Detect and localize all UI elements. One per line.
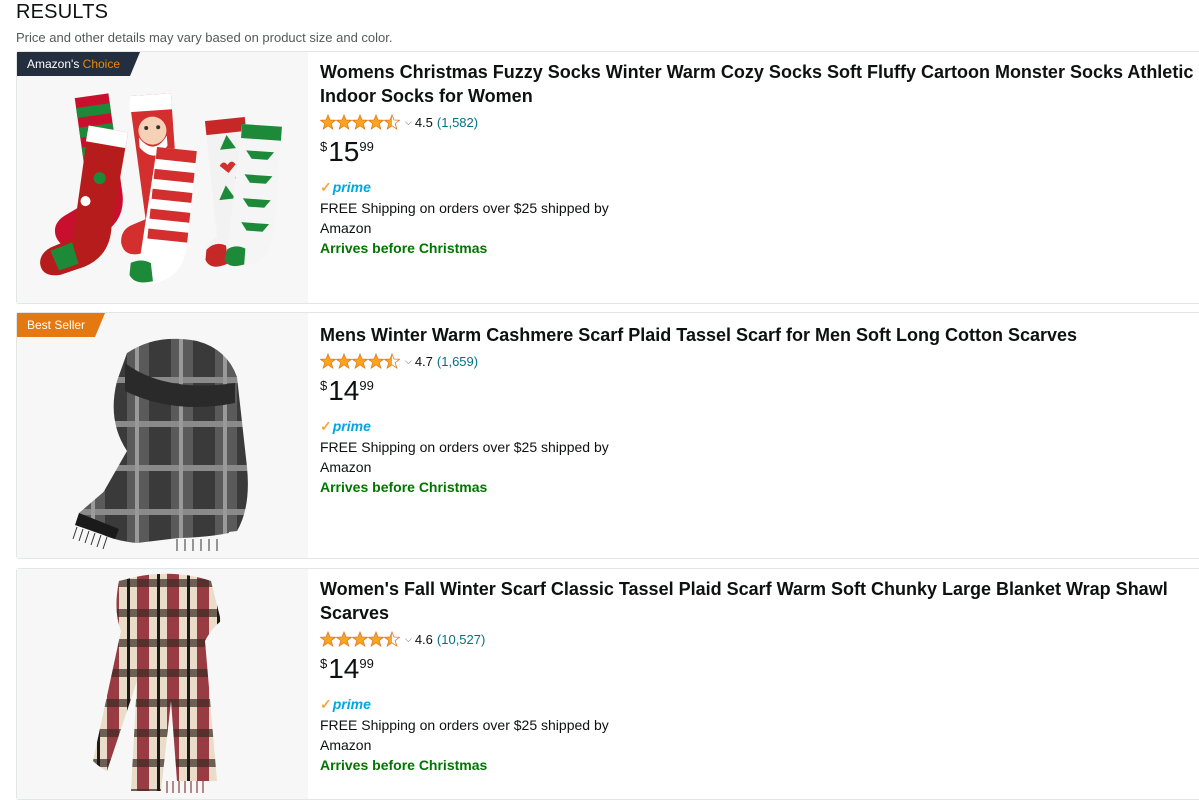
product-card: Amazon's Choice Womens Christmas Fuzzy S…	[16, 51, 1199, 304]
chevron-down-icon[interactable]: ⌵	[405, 356, 412, 367]
christmas-socks-image	[40, 93, 282, 285]
price-fraction: 99	[359, 656, 374, 671]
rating-value: 4.6	[414, 631, 433, 647]
prime-label: prime	[332, 179, 371, 195]
badge-label: Amazon's	[27, 57, 80, 71]
prime-logo: ✓ prime	[320, 417, 1199, 435]
product-title-link[interactable]: Mens Winter Warm Cashmere Scarf Plaid Ta…	[320, 323, 1199, 347]
product-image-link[interactable]	[17, 569, 308, 799]
star-icon	[320, 631, 336, 647]
rating-row: ⌵ 4.5 (1,582)	[320, 112, 1199, 132]
star-icon	[384, 114, 400, 130]
star-icon	[320, 353, 336, 369]
rating-value: 4.7	[414, 353, 433, 369]
plaid-scarf-image	[93, 573, 221, 793]
arrives-text: Arrives before Christmas	[320, 240, 488, 256]
shipping-text: FREE Shipping on orders over $25 shipped…	[320, 717, 609, 753]
rating-row: ⌵ 4.7 (1,659)	[320, 351, 1199, 371]
star-icon	[336, 114, 352, 130]
shipping-text: FREE Shipping on orders over $25 shipped…	[320, 439, 609, 475]
results-heading: RESULTS	[16, 1, 109, 23]
shipping-text: FREE Shipping on orders over $25 shipped…	[320, 200, 609, 236]
arrives-text: Arrives before Christmas	[320, 479, 488, 495]
star-icon	[368, 631, 384, 647]
star-rating-icon[interactable]	[320, 353, 400, 369]
price-whole: 15	[328, 136, 360, 167]
product-card: Women's Fall Winter Scarf Classic Tassel…	[16, 568, 1199, 800]
price-fraction: 99	[359, 139, 374, 154]
badge-accent-label: Choice	[82, 57, 121, 71]
prime-logo: ✓ prime	[320, 178, 1199, 196]
product-info: Women's Fall Winter Scarf Classic Tassel…	[320, 577, 1199, 775]
product-title-link[interactable]: Womens Christmas Fuzzy Socks Winter Warm…	[320, 60, 1199, 108]
review-count-link[interactable]: (1,582)	[437, 115, 478, 130]
price-symbol: $	[320, 139, 328, 154]
prime-label: prime	[332, 696, 371, 712]
star-rating-icon[interactable]	[320, 114, 400, 130]
best-seller-badge: Best Seller	[17, 313, 105, 337]
star-icon	[368, 353, 384, 369]
rating-row: ⌵ 4.6 (10,527)	[320, 629, 1199, 649]
review-count-link[interactable]: (10,527)	[437, 632, 485, 647]
product-info: Womens Christmas Fuzzy Socks Winter Warm…	[320, 60, 1199, 258]
star-icon	[336, 631, 352, 647]
price[interactable]: $ 14 99	[320, 654, 1199, 684]
chevron-down-icon[interactable]: ⌵	[405, 117, 412, 128]
review-count-link[interactable]: (1,659)	[437, 354, 478, 369]
star-rating-icon[interactable]	[320, 631, 400, 647]
star-icon	[336, 353, 352, 369]
prime-check-icon: ✓	[320, 417, 332, 434]
arrives-text: Arrives before Christmas	[320, 757, 488, 773]
price-whole: 14	[328, 375, 360, 406]
product-card: Best Seller Mens Winter Warm Cashmere Sc…	[16, 312, 1199, 559]
star-icon	[384, 631, 400, 647]
product-title-link[interactable]: Women's Fall Winter Scarf Classic Tassel…	[320, 577, 1199, 625]
results-subtitle: Price and other details may vary based o…	[16, 30, 393, 45]
grey-scarf-image	[72, 338, 248, 551]
price[interactable]: $ 14 99	[320, 376, 1199, 406]
price-fraction: 99	[359, 378, 374, 393]
rating-value: 4.5	[414, 114, 433, 130]
price-symbol: $	[320, 656, 328, 671]
product-info: Mens Winter Warm Cashmere Scarf Plaid Ta…	[320, 323, 1199, 497]
prime-check-icon: ✓	[320, 178, 332, 195]
price[interactable]: $ 15 99	[320, 137, 1199, 167]
star-icon	[352, 114, 368, 130]
product-image-link[interactable]: Best Seller	[17, 313, 308, 558]
product-image-link[interactable]: Amazon's Choice	[17, 52, 308, 303]
star-icon	[352, 353, 368, 369]
prime-check-icon: ✓	[320, 695, 332, 712]
badge-label: Best Seller	[27, 318, 86, 332]
amazons-choice-badge: Amazon's Choice	[17, 52, 140, 76]
star-icon	[320, 114, 336, 130]
star-icon	[368, 114, 384, 130]
chevron-down-icon[interactable]: ⌵	[405, 634, 412, 645]
price-whole: 14	[328, 653, 360, 684]
prime-logo: ✓ prime	[320, 695, 1199, 713]
star-icon	[352, 631, 368, 647]
prime-label: prime	[332, 418, 371, 434]
star-icon	[384, 353, 400, 369]
price-symbol: $	[320, 378, 328, 393]
